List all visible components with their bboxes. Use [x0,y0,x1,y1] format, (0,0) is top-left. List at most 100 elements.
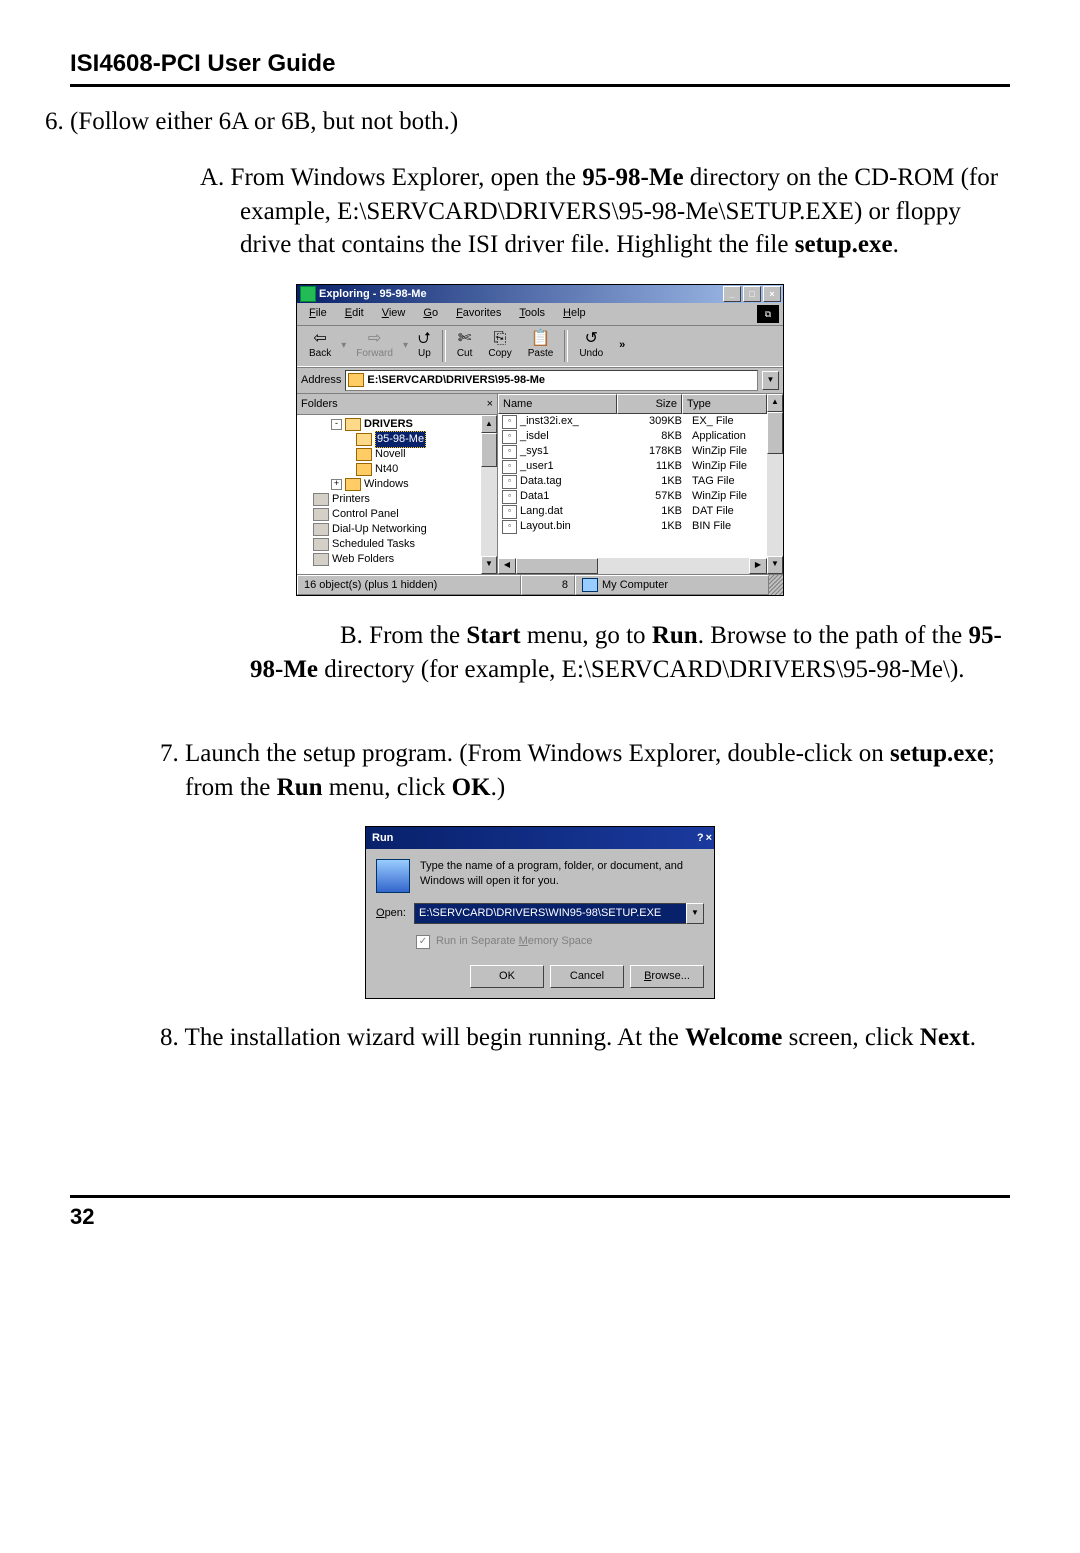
tree-node[interactable]: 95-98-Me [301,432,481,447]
step7-text: 7. Launch the setup program. (From Windo… [160,740,890,767]
file-row[interactable]: ▫_isdel8KBApplication [498,429,767,444]
forward-dropdown[interactable]: ▾ [401,337,410,355]
col-size[interactable]: Size [617,394,682,415]
up-button[interactable]: ⮍Up [410,329,439,363]
forward-button[interactable]: ⇨Forward [348,329,401,363]
folder-tree[interactable]: -DRIVERS95-98-MeNovellNt40+WindowsPrinte… [297,415,481,573]
toolbar-more[interactable]: » [611,338,633,353]
step-6b: B. From the Start menu, go to Run. Brows… [160,619,1010,687]
step-6a-text: A. From Windows Explorer, open the [200,164,582,191]
tree-node[interactable]: Scheduled Tasks [301,537,481,552]
tree-node[interactable]: -DRIVERS [301,417,481,432]
run-ok-button[interactable]: OK [470,965,544,988]
address-label: Address [301,373,341,388]
step-6-intro: 6. (Follow either 6A or 6B, but not both… [70,105,1010,139]
menu-view[interactable]: View [374,305,414,323]
menu-tools[interactable]: Tools [511,305,553,323]
file-row[interactable]: ▫Layout.bin1KBBIN File [498,519,767,534]
tree-node[interactable]: Dial-Up Networking [301,522,481,537]
toolbar: ⇦Back ▾ ⇨Forward ▾ ⮍Up ✄Cut ⎘Copy 📋Paste… [297,325,783,367]
folders-pane: Folders × -DRIVERS95-98-MeNovellNt40+Win… [297,394,498,574]
undo-button[interactable]: ↺Undo [571,329,611,363]
col-type[interactable]: Type [682,394,767,415]
file-row[interactable]: ▫Data.tag1KBTAG File [498,474,767,489]
run-open-combo[interactable]: E:\SERVCARD\DRIVERS\WIN95-98\SETUP.EXE ▼ [414,903,704,924]
tree-node[interactable]: Novell [301,447,481,462]
step7-end: .) [491,774,506,801]
run-chk-label: Run in Separate Memory Space [436,934,593,949]
explorer-screenshot-wrap: Exploring - 95-98-Me _ □ × File Edit Vie… [70,284,1010,597]
explorer-window: Exploring - 95-98-Me _ □ × File Edit Vie… [296,284,784,596]
step8-text2: screen, click [782,1024,919,1051]
file-row[interactable]: ▫_inst32i.ex_309KBEX_ File [498,414,767,429]
tree-node[interactable]: +Windows [301,477,481,492]
resize-grip[interactable] [769,575,783,596]
copy-button[interactable]: ⎘Copy [480,329,519,363]
step-6b-start: Start [466,622,520,649]
column-headers[interactable]: Name Size Type [498,394,767,415]
tree-node[interactable]: Nt40 [301,462,481,477]
throbber-icon: ⧉ [757,305,779,323]
run-browse-button[interactable]: Browse... [630,965,704,988]
run-help-button[interactable]: ? [697,831,704,846]
step7-ok: OK [452,774,491,801]
back-dropdown[interactable]: ▾ [339,337,348,355]
step-6b-text4: directory (for example, E:\SERVCARD\DRIV… [318,656,965,683]
tree-node[interactable]: Web Folders [301,552,481,567]
address-bar: Address E:\SERVCARD\DRIVERS\95-98-Me ▼ [297,367,783,393]
file-list[interactable]: ▫_inst32i.ex_309KBEX_ File▫_isdel8KBAppl… [498,414,767,557]
tree-node[interactable]: Control Panel [301,507,481,522]
step7-text3: menu, click [323,774,452,801]
maximize-button[interactable]: □ [743,286,761,302]
folders-close[interactable]: × [487,397,493,412]
minimize-button[interactable]: _ [723,286,741,302]
step8-next: Next [920,1024,970,1051]
file-row[interactable]: ▫_sys1178KBWinZip File [498,444,767,459]
tree-node[interactable]: Printers [301,492,481,507]
file-row[interactable]: ▫Lang.dat1KBDAT File [498,504,767,519]
step7-setup: setup.exe [890,740,988,767]
toolbar-sep2 [564,330,568,362]
run-open-dropdown[interactable]: ▼ [686,903,704,924]
back-button[interactable]: ⇦Back [301,329,339,363]
checkbox-icon: ✓ [416,935,430,949]
run-dialog: Run ? × Type the name of a program, fold… [365,826,715,999]
step-6a: A. From Windows Explorer, open the 95-98… [240,161,1010,262]
menu-edit[interactable]: Edit [337,305,372,323]
menu-favorites[interactable]: Favorites [448,305,509,323]
list-vscroll[interactable]: ▲ ▼ [767,394,783,574]
paste-button[interactable]: 📋Paste [520,329,562,363]
step7-run: Run [277,774,323,801]
col-name[interactable]: Name [498,394,617,415]
run-open-value[interactable]: E:\SERVCARD\DRIVERS\WIN95-98\SETUP.EXE [414,903,686,924]
close-button[interactable]: × [763,286,781,302]
menu-go[interactable]: Go [415,305,446,323]
step-7: 7. Launch the setup program. (From Windo… [185,737,1010,805]
cut-button[interactable]: ✄Cut [449,329,481,363]
file-list-pane: Name Size Type ▫_inst32i.ex_309KBEX_ Fil… [498,394,783,574]
run-titlebar: Run ? × [366,827,714,849]
file-row[interactable]: ▫_user111KBWinZip File [498,459,767,474]
menu-help[interactable]: Help [555,305,594,323]
run-screenshot-wrap: Run ? × Type the name of a program, fold… [70,826,1010,999]
menu-file[interactable]: File [301,305,335,323]
status-left: 16 object(s) (plus 1 hidden) [297,575,521,596]
step-6a-dir: 95-98-Me [582,164,683,191]
step-6a-end: . [893,231,899,258]
run-close-button[interactable]: × [706,831,712,846]
run-cancel-button[interactable]: Cancel [550,965,624,988]
run-desc: Type the name of a program, folder, or d… [420,859,704,889]
footer-rule: 32 [70,1195,1010,1230]
status-right: My Computer [575,575,769,596]
toolbar-sep [442,330,446,362]
folder-icon [348,373,364,387]
step-6b-text2: menu, go to [521,622,652,649]
menu-bar: File Edit View Go Favorites Tools Help ⧉ [297,303,783,325]
file-row[interactable]: ▫Data157KBWinZip File [498,489,767,504]
address-field[interactable]: E:\SERVCARD\DRIVERS\95-98-Me [345,370,758,391]
run-open-label: Open: [376,906,406,921]
address-dropdown[interactable]: ▼ [762,371,779,390]
step-6b-text: B. From the [340,622,466,649]
tree-scrollbar[interactable]: ▲ ▼ [481,415,497,573]
list-hscroll[interactable]: ◀ ▶ [498,558,767,574]
